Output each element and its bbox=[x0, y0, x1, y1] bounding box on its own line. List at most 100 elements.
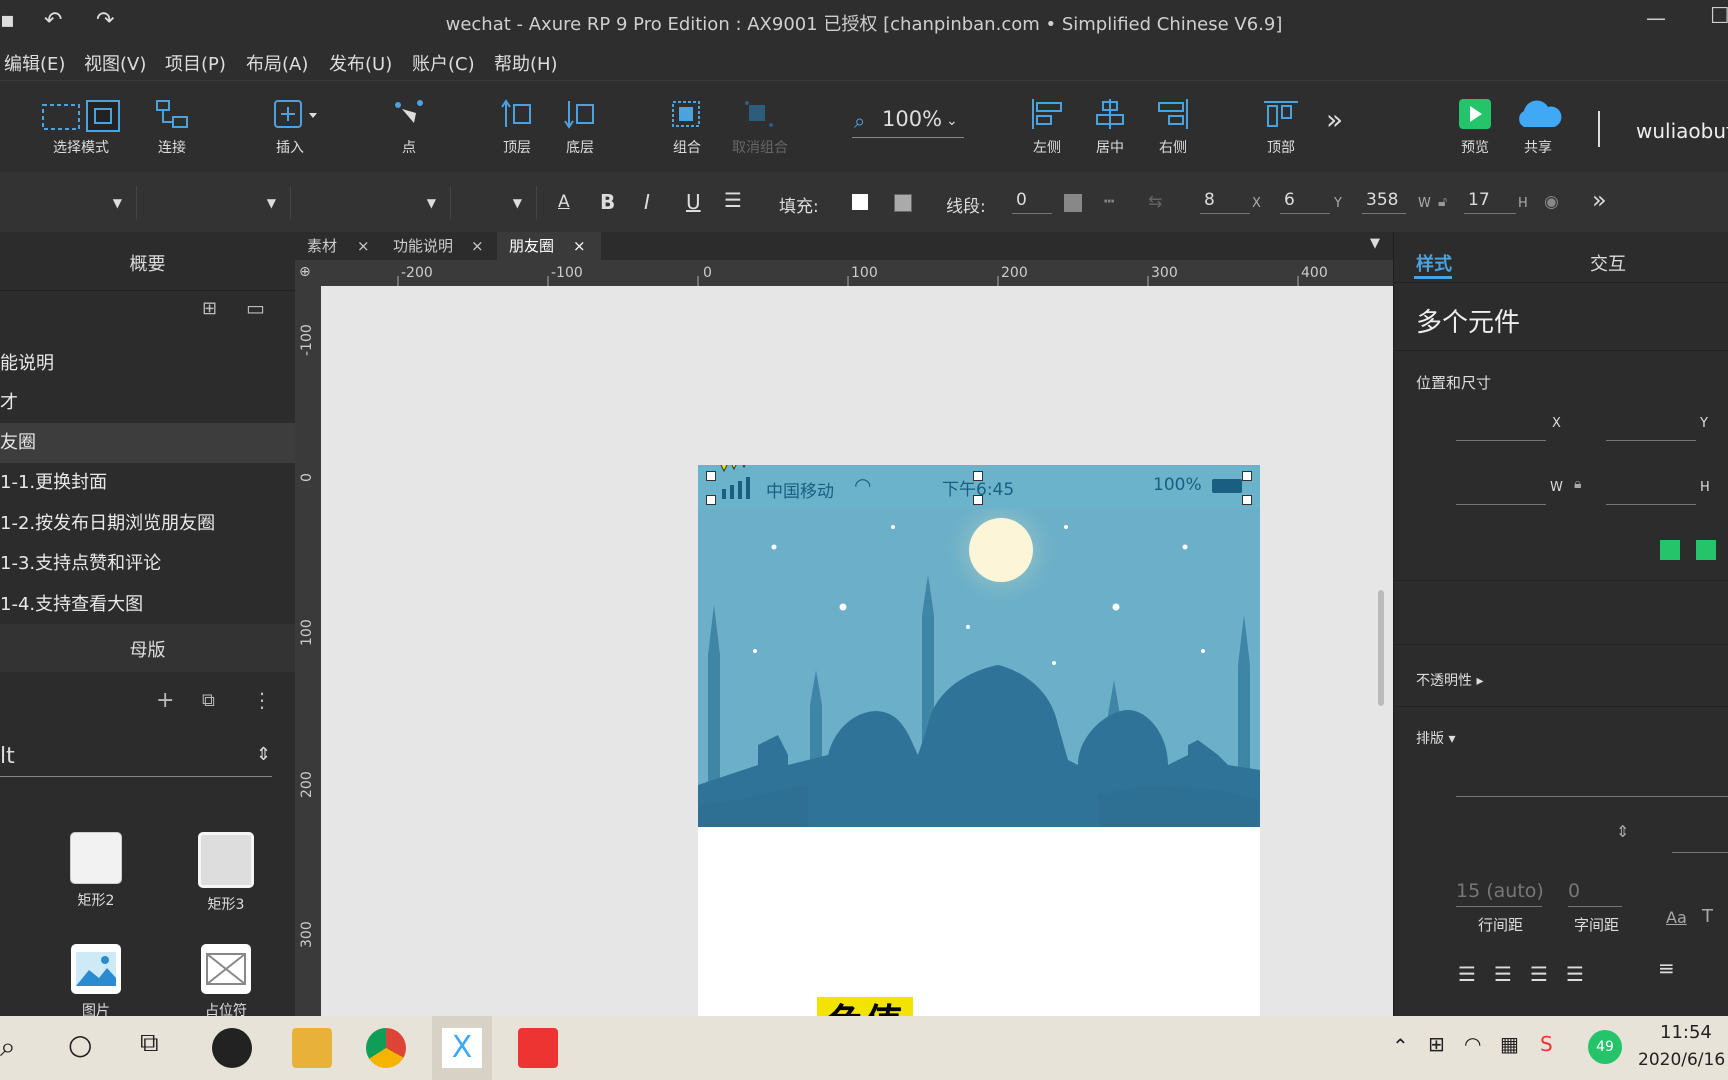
widget-rect2[interactable]: 矩形2 bbox=[56, 832, 136, 910]
search-icon[interactable]: ⌕ bbox=[0, 1030, 16, 1064]
typography-section[interactable]: 排版 ▾ bbox=[1416, 728, 1455, 748]
minimize-button[interactable]: — bbox=[1646, 6, 1666, 30]
zoom-select[interactable]: ⌕ 100% ⌄ bbox=[852, 107, 964, 138]
letter-spacing-input[interactable]: 0 bbox=[1568, 880, 1580, 902]
stroke-pattern-icon[interactable]: ┅ bbox=[1104, 192, 1114, 212]
tab-overflow-icon[interactable]: ▼ bbox=[1370, 236, 1380, 251]
page-item-selected[interactable]: 友圈 bbox=[0, 423, 295, 463]
badge-icon[interactable]: 49 bbox=[1588, 1030, 1622, 1064]
align-right-text-icon[interactable]: ☰ bbox=[1530, 962, 1548, 986]
line-height-input[interactable]: 15 (auto) bbox=[1456, 880, 1544, 902]
tab-style[interactable]: 样式 bbox=[1416, 250, 1452, 276]
tray-icon[interactable]: ⊞ bbox=[1428, 1032, 1445, 1056]
y-field[interactable]: 6 bbox=[1280, 190, 1330, 214]
more-options-icon[interactable]: ⋮ bbox=[252, 688, 272, 712]
clock-time[interactable]: 11:54 bbox=[1660, 1022, 1712, 1043]
auto-fit-icon[interactable] bbox=[1696, 540, 1716, 560]
task-view-icon[interactable]: ⧉ bbox=[140, 1028, 159, 1059]
tab-interaction[interactable]: 交互 bbox=[1590, 250, 1626, 276]
clock-date[interactable]: 2020/6/16 bbox=[1638, 1050, 1725, 1070]
stroke-width-field[interactable]: 0 bbox=[1012, 190, 1052, 214]
page-item[interactable]: 能说明 bbox=[0, 344, 295, 384]
ime-icon[interactable]: ▦ bbox=[1500, 1032, 1519, 1056]
underline-button[interactable]: U bbox=[686, 190, 701, 214]
add-page-icon[interactable]: ⊞ bbox=[202, 298, 217, 319]
text-case-icon[interactable]: Aa bbox=[1666, 908, 1687, 927]
axure-icon[interactable]: X bbox=[442, 1028, 482, 1068]
close-icon[interactable]: × bbox=[357, 232, 370, 260]
app-icon[interactable] bbox=[212, 1028, 252, 1068]
masters-header[interactable]: 母版 bbox=[0, 624, 295, 672]
page-item[interactable]: 1-2.按发布日期浏览朋友圈 bbox=[0, 504, 295, 544]
send-to-back-button[interactable]: 底层 bbox=[540, 99, 620, 157]
selection-handle[interactable] bbox=[973, 471, 983, 481]
share-button[interactable]: 共享 bbox=[1498, 99, 1578, 157]
text-style-icon[interactable]: T bbox=[1702, 906, 1713, 927]
font-family-input[interactable] bbox=[1456, 796, 1728, 797]
duplicate-icon[interactable]: ⧉ bbox=[202, 690, 215, 711]
font-size-input[interactable] bbox=[1672, 852, 1728, 853]
cortana-icon[interactable]: ○ bbox=[68, 1028, 92, 1061]
selection-handle[interactable] bbox=[1242, 471, 1252, 481]
group-button[interactable]: 组合 bbox=[647, 99, 727, 157]
w-input[interactable] bbox=[1456, 504, 1546, 505]
h-input[interactable] bbox=[1606, 504, 1696, 505]
network-icon[interactable]: ◠ bbox=[1464, 1032, 1481, 1056]
font-family-select[interactable]: ▼ bbox=[140, 186, 291, 220]
user-name[interactable]: wuliaobuf bbox=[1636, 119, 1728, 143]
widget-placeholder[interactable]: 占位符 bbox=[186, 944, 266, 1020]
font-weight-select[interactable]: ▼ bbox=[298, 186, 451, 220]
maximize-button[interactable]: ☐ bbox=[1710, 4, 1728, 29]
opacity-section[interactable]: 不透明性 ▸ bbox=[1416, 670, 1483, 690]
menu-account[interactable]: 账户(C) bbox=[412, 50, 475, 76]
lock-icon[interactable]: 🔒︎ bbox=[1574, 476, 1581, 492]
fit-content-icon[interactable] bbox=[1660, 540, 1680, 560]
add-master-icon[interactable]: + bbox=[156, 688, 174, 713]
x-field[interactable]: 8 bbox=[1200, 190, 1250, 214]
canvas-scrollbar[interactable] bbox=[1378, 590, 1384, 706]
add-folder-icon[interactable]: ▭ bbox=[246, 296, 265, 320]
status-bar[interactable]: 中国移动 ◠ 下午6:45 100% bbox=[698, 465, 1260, 509]
font-size-select[interactable]: ▼ bbox=[458, 186, 537, 220]
fill-color-swatch[interactable] bbox=[852, 194, 868, 210]
menu-help[interactable]: 帮助(H) bbox=[494, 50, 558, 76]
shadow-swatch[interactable] bbox=[894, 194, 912, 212]
point-button[interactable]: 点 bbox=[369, 99, 449, 157]
menu-view[interactable]: 视图(V) bbox=[84, 50, 146, 76]
more-tools-button[interactable]: » bbox=[1326, 103, 1343, 136]
tab-moments[interactable]: 朋友圈 × bbox=[497, 232, 601, 260]
connect-button[interactable]: 连接 bbox=[132, 99, 212, 157]
close-icon[interactable]: × bbox=[573, 232, 586, 260]
w-field[interactable]: 358 bbox=[1362, 190, 1406, 214]
bullet-list-icon[interactable]: ☰ bbox=[724, 188, 742, 212]
page-item[interactable]: 才 bbox=[0, 383, 295, 423]
cover-image[interactable]: 中国移动 ◠ 下午6:45 100% bbox=[698, 465, 1260, 827]
justify-text-icon[interactable]: ☰ bbox=[1566, 962, 1584, 986]
bold-button[interactable]: B bbox=[600, 190, 615, 214]
chevron-up-icon[interactable]: ⌃ bbox=[1392, 1034, 1409, 1058]
align-top-button[interactable]: 顶部 bbox=[1241, 99, 1321, 157]
selection-handle[interactable] bbox=[973, 495, 983, 505]
select-mode-button[interactable]: 选择模式 bbox=[41, 99, 121, 157]
italic-button[interactable]: I bbox=[644, 190, 650, 214]
widget-image[interactable]: 图片 bbox=[56, 944, 136, 1020]
sogou-icon[interactable]: S bbox=[1540, 1032, 1553, 1056]
more-format-button[interactable]: » bbox=[1592, 186, 1607, 214]
selection-handle[interactable] bbox=[706, 495, 716, 505]
y-input[interactable] bbox=[1606, 440, 1696, 441]
menu-publish[interactable]: 发布(U) bbox=[329, 50, 392, 76]
align-center-text-icon[interactable]: ☰ bbox=[1494, 962, 1512, 986]
vertical-align-icon[interactable]: ≡ bbox=[1658, 956, 1675, 980]
stroke-color-swatch[interactable] bbox=[1064, 194, 1082, 212]
widget-rect3[interactable]: 矩形3 bbox=[186, 832, 266, 914]
style-select[interactable]: ▼ bbox=[0, 186, 137, 220]
page-item[interactable]: 1-3.支持点赞和评论 bbox=[0, 544, 295, 584]
selection-handle[interactable] bbox=[1242, 495, 1252, 505]
h-field[interactable]: 17 bbox=[1464, 190, 1516, 214]
x-input[interactable] bbox=[1456, 440, 1546, 441]
lock-icon[interactable]: 🔓︎ bbox=[1438, 194, 1447, 210]
phone-artboard[interactable]: 中国移动 ◠ 下午6:45 100% bbox=[698, 465, 1260, 1016]
page-item[interactable]: 1-4.支持查看大图 bbox=[0, 585, 295, 625]
ungroup-button[interactable]: 取消组合 bbox=[720, 99, 800, 157]
menu-edit[interactable]: 编辑(E) bbox=[4, 50, 65, 76]
